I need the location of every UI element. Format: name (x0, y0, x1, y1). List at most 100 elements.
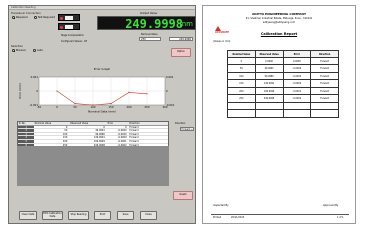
indicator-1-field (65, 16, 73, 20)
y-axis-label: Error (mm) (18, 83, 22, 98)
data-point (110, 103, 112, 105)
report-cell: 0.0000 (255, 57, 284, 65)
report-title: Calibration Report (260, 32, 298, 36)
manual-radio[interactable] (12, 49, 15, 52)
report-cell: Forward (311, 95, 339, 103)
col-header-direction: Direction (129, 122, 140, 125)
report-cell: Forward (311, 72, 339, 80)
nominal-value-label: Nominal Value (141, 33, 158, 36)
table-cell-obs: 49.9991 (95, 129, 105, 132)
company-email: adityaeng@adityaeng.com (262, 21, 296, 24)
status-led-icon (60, 25, 63, 29)
report-cell (283, 110, 312, 118)
report-row: 200 199.9999 -0.0001 Forward (227, 87, 339, 95)
edit-calibration-button[interactable]: Edit Calibration Data (42, 211, 63, 220)
company-name: ADITYA ENGINEERING COMPANY (251, 12, 307, 16)
nominal-value-field[interactable]: 250 (139, 37, 161, 41)
report-col-nominal: Nominal Value (228, 50, 256, 58)
table-cell-obs: 199.9999 (93, 140, 105, 143)
status-indicator-1 (58, 14, 80, 21)
table-cell-sr: 3 (18, 132, 34, 136)
error-graph: -50 0 50 100 150 200 250 3000.001 0.0010 0-0.001-… (18, 75, 175, 114)
report-row (227, 102, 339, 110)
report-cell: Forward (311, 80, 339, 88)
report-cell: 0 (228, 57, 256, 65)
y-tick-label: 0 (36, 89, 38, 93)
footer-printed-label: Printed (213, 216, 222, 219)
report-col-direction: Direction (311, 50, 339, 58)
report-cell: 200 (228, 87, 256, 95)
table-cell-sr: 2 (18, 129, 34, 132)
y-tick-label: 0.001 (31, 75, 39, 79)
approved-by-label: Approved By (323, 204, 339, 207)
report-row: 150 149.9991 -0.0009 Forward (227, 80, 339, 88)
required-radio[interactable] (12, 16, 15, 19)
report-cell (311, 110, 339, 118)
report-cell: 149.9991 (255, 80, 284, 88)
report-cell: 0.0000 (283, 57, 312, 65)
configured-values-label: Configured Values : CP (61, 40, 88, 43)
report-cell: -0.0020 (283, 72, 312, 80)
table-cell-dir: Forward (129, 129, 139, 132)
data-point (56, 90, 58, 92)
direction-select[interactable]: Forward ▾ (180, 127, 194, 131)
direction-label: Direction (175, 122, 186, 125)
table-cell-sr: 4 (18, 136, 34, 139)
report-row (227, 110, 339, 118)
report-cell: -0.0002 (283, 95, 312, 103)
col-header-nominal: Nominal Value (34, 122, 52, 125)
table-cell-nom: 150 (62, 136, 68, 139)
not-required-radio[interactable] (34, 16, 37, 19)
report-cell (228, 102, 256, 110)
report-cell: -0.0001 (283, 87, 312, 95)
stop-reading-button[interactable]: Stop Reading (68, 211, 89, 220)
nominal-output-field: 249.9998 (169, 37, 193, 41)
auto-radio[interactable] (33, 49, 36, 52)
clear-data-button[interactable]: Clear Data (19, 211, 37, 220)
report-cell: 249.9998 (255, 95, 284, 103)
indicator-2-field (65, 25, 73, 29)
report-cell (283, 102, 312, 110)
report-row: 100 99.9980 -0.0020 Forward (227, 72, 339, 80)
data-point (146, 93, 148, 95)
report-table-header: Nominal Value Observed Value Error Direc… (227, 50, 339, 58)
report-cell: 100 (228, 72, 256, 80)
calibration-window: Calibration Reading Transducer Connectio… (8, 5, 196, 224)
y-tick-label: -0.001 (30, 103, 39, 107)
status-indicator-2 (58, 23, 80, 30)
x-tick-label: 200 (127, 105, 132, 109)
reading-unit: mm (179, 20, 193, 28)
report-cell (228, 110, 256, 118)
data-point (74, 103, 76, 105)
footer-date: 20/11/2013 (231, 216, 245, 219)
direction-value: Forward (181, 128, 191, 131)
option-button[interactable]: Option (171, 48, 191, 57)
x-tick-label: 250 (145, 105, 150, 109)
graph-button[interactable]: Graph (173, 191, 193, 200)
report-cell: -0.0009 (283, 65, 312, 73)
company-address: 91, Shalimar Industrial Estate, Matunga,… (245, 17, 313, 20)
window-title: Calibration Reading (9, 6, 195, 10)
table-cell-sr: 1 (18, 125, 34, 129)
close-button[interactable]: Close (140, 211, 157, 220)
col-header-sr: Sr.No. (18, 122, 26, 125)
graph-title: Error Graph (93, 67, 111, 71)
report-subtitle: (Values in mm) (213, 40, 231, 43)
inspected-by-label: Inspected By (213, 204, 229, 207)
report-cell (255, 102, 284, 110)
print-button[interactable]: Print (94, 211, 111, 220)
reading-value: 249.9998 (125, 17, 183, 31)
table-cell-dir: Forward (129, 140, 139, 143)
save-button[interactable]: Save (117, 211, 134, 220)
report-cell (255, 110, 284, 118)
report-col-observed: Observed Value (255, 50, 284, 58)
table-cell-err: -0.0020 (117, 132, 127, 136)
table-cell-dir: Forward (129, 132, 139, 136)
report-cell: 99.9980 (255, 72, 284, 80)
report-cell: 50 (228, 65, 256, 73)
transducer-group-label: Transducer Connection (11, 12, 41, 15)
chevron-down-icon: ▾ (191, 128, 193, 131)
data-point (128, 91, 130, 93)
table-cell-err: -0.0001 (117, 140, 127, 143)
report-row: 250 249.9998 -0.0002 Forward (227, 95, 339, 103)
